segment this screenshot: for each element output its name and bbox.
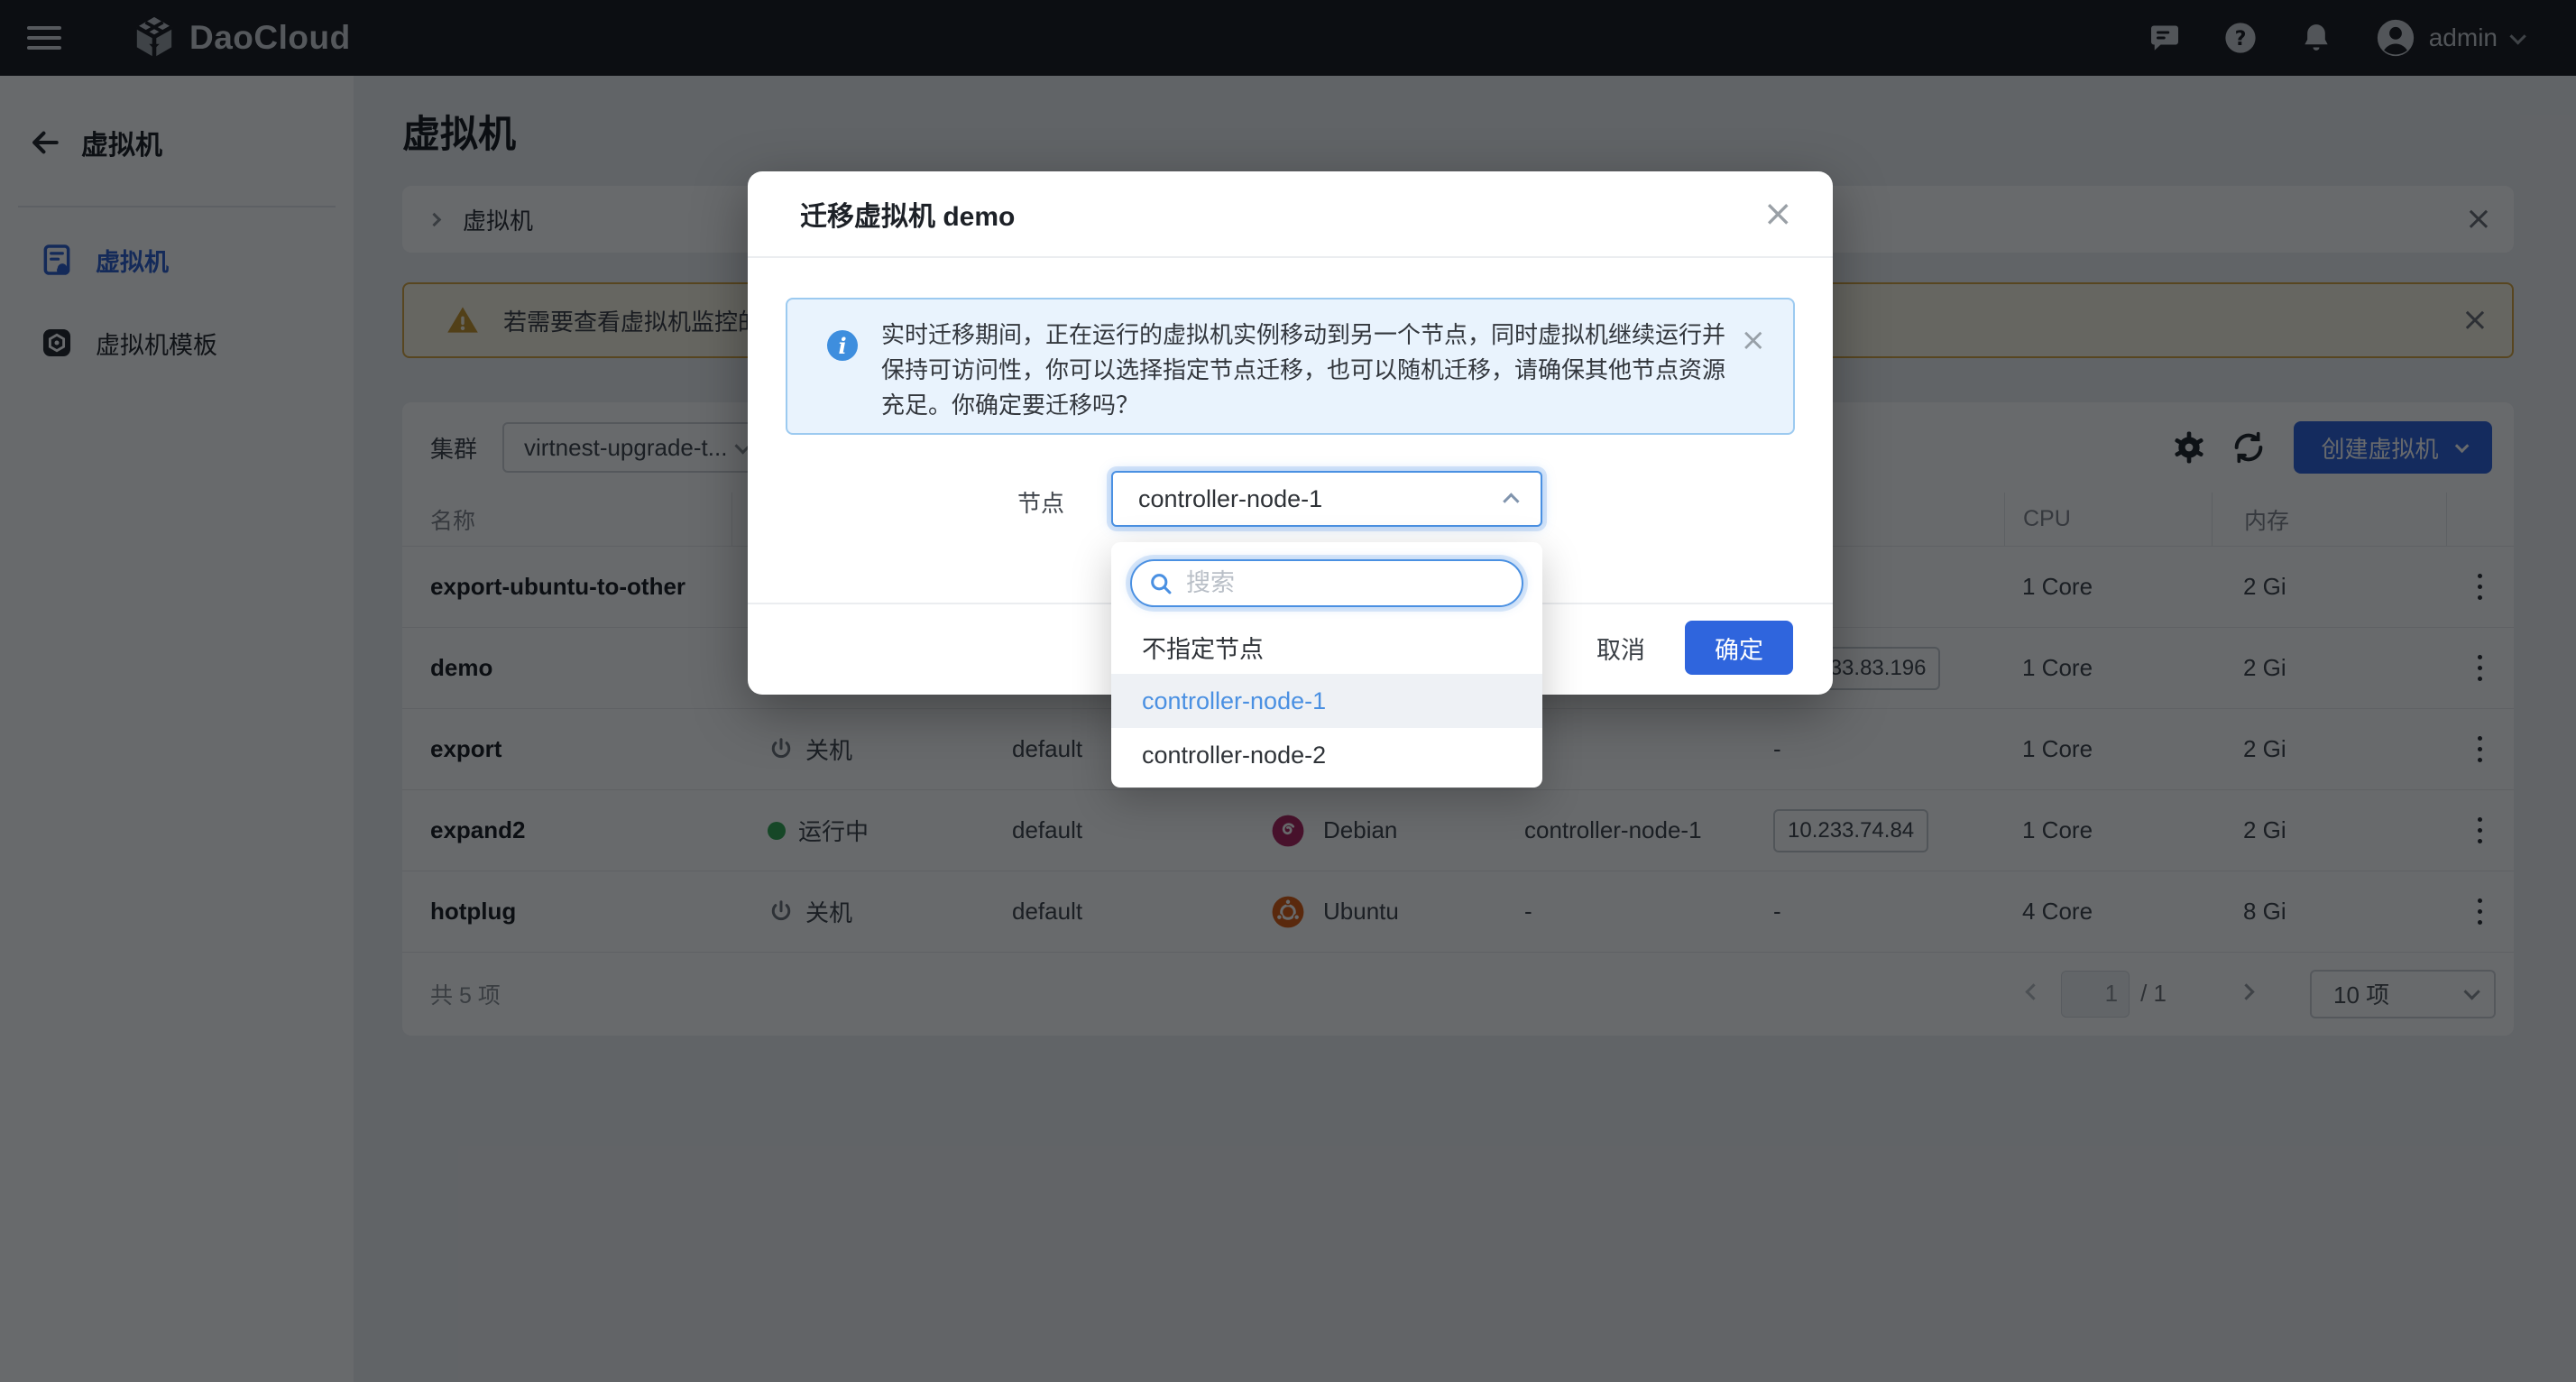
modal-close-icon[interactable]: × xyxy=(1762,196,1793,232)
info-icon: i xyxy=(827,330,858,361)
dropdown-search-input[interactable] xyxy=(1186,569,1507,597)
dropdown-search[interactable] xyxy=(1130,559,1523,607)
info-alert: i 实时迁移期间，正在运行的虚拟机实例移动到另一个节点，同时虚拟机继续运行并保持… xyxy=(786,298,1795,435)
dropdown-option-unspecified[interactable]: 不指定节点 xyxy=(1111,620,1542,674)
search-icon xyxy=(1148,571,1173,596)
node-field-label: 节点 xyxy=(1017,485,1072,519)
node-select-trigger[interactable]: controller-node-1 xyxy=(1111,471,1542,527)
alert-close-icon[interactable]: × xyxy=(1741,325,1767,433)
dropdown-option-controller-node-1[interactable]: controller-node-1 xyxy=(1111,674,1542,728)
info-alert-text: 实时迁移期间，正在运行的虚拟机实例移动到另一个节点，同时虚拟机继续运行并保持可访… xyxy=(881,318,1741,433)
node-select-value: controller-node-1 xyxy=(1138,485,1507,513)
dropdown-option-controller-node-2[interactable]: controller-node-2 xyxy=(1111,728,1542,782)
node-dropdown-panel: 不指定节点 controller-node-1 controller-node-… xyxy=(1111,542,1542,788)
confirm-button[interactable]: 确定 xyxy=(1685,621,1793,675)
cancel-button[interactable]: 取消 xyxy=(1573,621,1669,675)
app-root: DaoCloud ? admin 虚拟机 xyxy=(0,0,2576,1382)
modal-header: 迁移虚拟机 demo × xyxy=(748,171,1833,258)
modal-title: 迁移虚拟机 demo xyxy=(800,194,1015,234)
